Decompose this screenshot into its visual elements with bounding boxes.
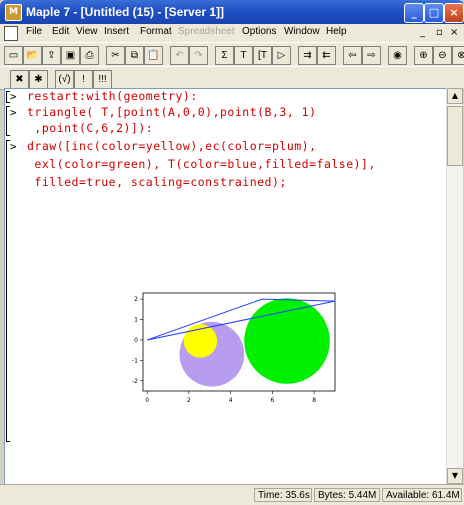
zoom-in-icon[interactable]: ⊕ [414,46,433,65]
menu-options[interactable]: Options [242,26,276,37]
status-time: Time: 35.6s [254,488,312,502]
status-bytes: Bytes: 5.44M [314,488,380,502]
menu-view[interactable]: View [76,26,98,37]
undo-icon[interactable]: ↶ [170,46,189,65]
close-button[interactable]: × [444,3,464,23]
code-line[interactable]: triangle( T,[point(A,0,0),point(B,3, 1) [27,105,317,119]
scroll-thumb[interactable] [447,106,463,166]
outdent-icon[interactable]: ⇇ [317,46,336,65]
execute-group-icon[interactable]: ▷ [272,46,291,65]
print-icon[interactable]: ⎙ [80,46,99,65]
maple-leaf-icon: M [5,4,22,21]
menu-spreadsheet[interactable]: Spreadsheet [178,26,235,37]
copy-icon[interactable]: ⧉ [125,46,144,65]
paste-icon[interactable]: 📋 [144,46,163,65]
execution-group-bracket[interactable] [6,140,10,442]
status-available: Available: 61.4M [382,488,462,502]
scroll-down-button[interactable]: ▼ [447,468,463,484]
indent-icon[interactable]: ⇉ [298,46,317,65]
insert-text-icon[interactable]: [T [253,46,272,65]
y-tick-label: 2 [134,296,138,303]
bracket-icon[interactable]: (√) [55,70,74,89]
mdi-restore-button[interactable]: ▫ [436,27,443,38]
menu-bar: File Edit View Insert Format Spreadsheet… [0,24,464,42]
debug-icon[interactable]: ✱ [29,70,48,89]
menu-window[interactable]: Window [284,26,320,37]
code-line[interactable]: exl(color=green), T(color=blue,filled=fa… [27,157,376,171]
x-tick-label: 2 [187,397,191,404]
y-tick-label: 1 [134,317,138,324]
input-prompt: > [10,106,17,119]
y-tick-label: -1 [132,357,138,364]
new-icon[interactable]: ▭ [4,46,23,65]
geometry-plot[interactable]: 0 2 4 6 8 2 1 0 -1 -2 [125,289,345,409]
y-tick-label: 0 [134,337,138,344]
open-icon[interactable]: 📂 [23,46,42,65]
menu-file[interactable]: File [26,26,42,37]
minimize-button[interactable]: _ [404,3,424,23]
worksheet[interactable]: > restart:with(geometry): > triangle( T,… [4,88,448,486]
menu-format[interactable]: Format [140,26,172,37]
zoom-full-icon[interactable]: ⊗ [452,46,464,65]
status-bar: Time: 35.6s Bytes: 5.44M Available: 61.4… [0,484,464,505]
mdi-minimize-button[interactable]: _ [420,27,425,38]
execute-all-icon[interactable]: !!! [93,70,112,89]
x-tick-label: 4 [229,397,233,404]
open-url-icon[interactable]: ⇪ [42,46,61,65]
code-line[interactable]: filled=true, scaling=constrained); [27,175,287,189]
maximize-button[interactable]: □ [424,3,444,23]
document-icon[interactable] [4,26,18,41]
input-prompt: > [10,140,17,153]
x-tick-label: 8 [312,397,316,404]
input-prompt: > [10,90,17,103]
stop-calc-icon[interactable]: ✖ [10,70,29,89]
text-input-icon[interactable]: T [234,46,253,65]
x-tick-label: 6 [270,397,274,404]
window-title: Maple 7 - [Untitled (15) - [Server 1]] [26,5,225,19]
code-line[interactable]: ,point(C,6,2)]): [27,121,153,135]
exclaim-icon[interactable]: ! [74,70,93,89]
back-icon[interactable]: ⇦ [343,46,362,65]
save-icon[interactable]: ▣ [61,46,80,65]
mdi-close-button[interactable]: × [450,27,458,38]
scroll-up-button[interactable]: ▲ [447,88,463,104]
code-line[interactable]: restart:with(geometry): [27,89,198,103]
menu-help[interactable]: Help [326,26,347,37]
zoom-out-icon[interactable]: ⊖ [433,46,452,65]
code-line[interactable]: draw([inc(color=yellow),ec(color=plum), [27,139,317,153]
cut-icon[interactable]: ✂ [106,46,125,65]
main-toolbar: ▭ 📂 ⇪ ▣ ⎙ ✂ ⧉ 📋 ↶ ↷ Σ T [T ▷ ⇉ ⇇ ⇦ ⇨ ◉ ⊕ ⊖ ⊗ [0,42,464,68]
y-tick-label: -2 [132,378,138,385]
redo-icon[interactable]: ↷ [189,46,208,65]
menu-insert[interactable]: Insert [104,26,129,37]
forward-icon[interactable]: ⇨ [362,46,381,65]
menu-edit[interactable]: Edit [52,26,69,37]
context-toolbar: ✖ ✱ (√)!!!! [0,66,464,90]
math-input-icon[interactable]: Σ [215,46,234,65]
x-tick-label: 0 [145,397,149,404]
stop-icon[interactable]: ◉ [388,46,407,65]
title-bar[interactable]: M Maple 7 - [Untitled (15) - [Server 1]]… [0,0,464,24]
vertical-scrollbar[interactable]: ▲ ▼ [446,88,463,484]
